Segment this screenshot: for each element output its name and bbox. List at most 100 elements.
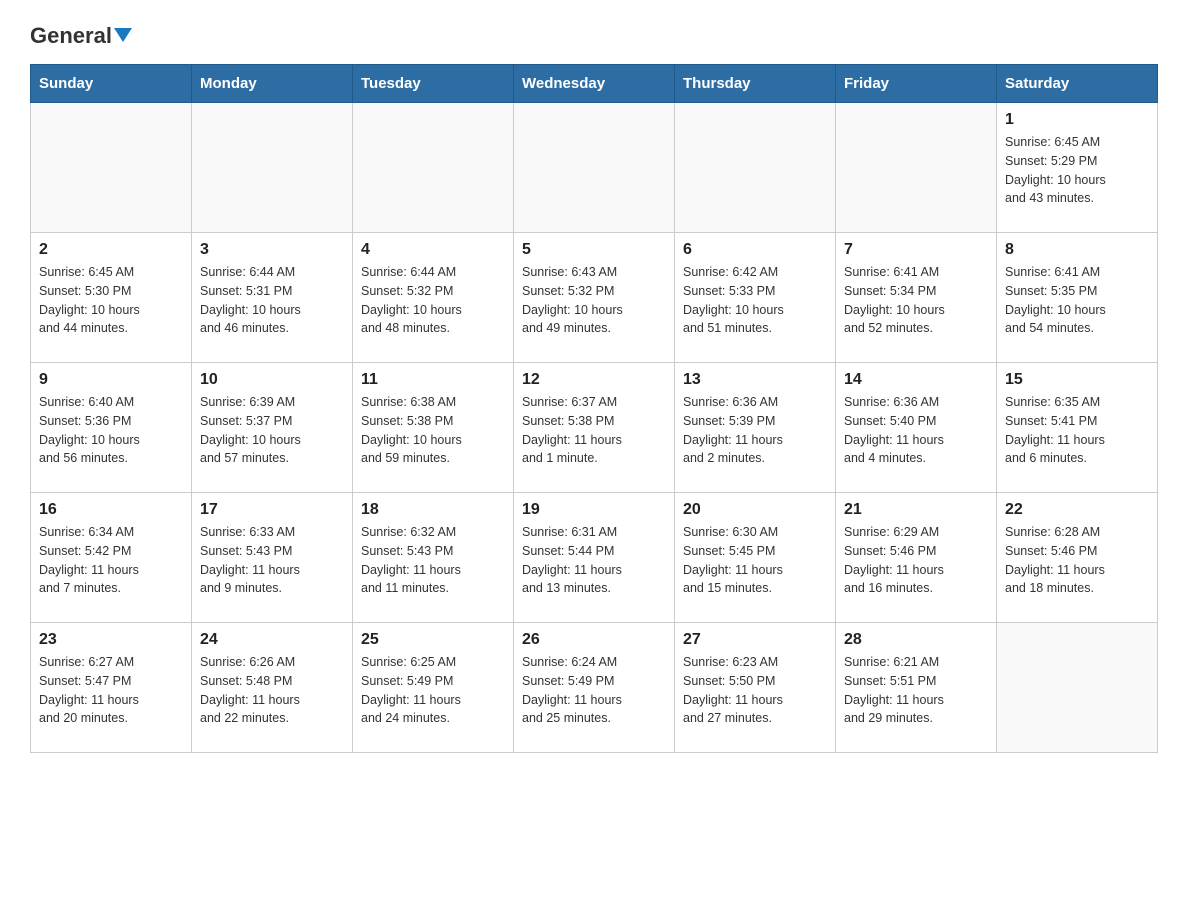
day-number: 3 xyxy=(200,241,344,259)
logo-general-text: General xyxy=(30,24,132,48)
day-number: 25 xyxy=(361,631,505,649)
week-row-3: 9 Sunrise: 6:40 AM Sunset: 5:36 PM Daylig… xyxy=(31,363,1158,493)
day-number: 28 xyxy=(844,631,988,649)
calendar-cell xyxy=(31,103,192,233)
calendar-cell: 2 Sunrise: 6:45 AM Sunset: 5:30 PM Daylig… xyxy=(31,233,192,363)
calendar-cell: 17 Sunrise: 6:33 AM Sunset: 5:43 PM Dayli… xyxy=(192,493,353,623)
day-info: Sunrise: 6:40 AM Sunset: 5:36 PM Dayligh… xyxy=(39,393,183,468)
calendar-cell: 3Sunrise: 6:44 AM Sunset: 5:31 PM Daylig… xyxy=(192,233,353,363)
day-number: 24 xyxy=(200,631,344,649)
day-info: Sunrise: 6:21 AM Sunset: 5:51 PM Dayligh… xyxy=(844,653,988,728)
week-row-1: 1 Sunrise: 6:45 AM Sunset: 5:29 PM Daylig… xyxy=(31,103,1158,233)
calendar-cell: 4 Sunrise: 6:44 AM Sunset: 5:32 PM Daylig… xyxy=(353,233,514,363)
day-info: Sunrise: 6:29 AM Sunset: 5:46 PM Dayligh… xyxy=(844,523,988,598)
day-info: Sunrise: 6:36 AM Sunset: 5:39 PM Dayligh… xyxy=(683,393,827,468)
day-info: Sunrise: 6:41 AM Sunset: 5:34 PM Dayligh… xyxy=(844,263,988,338)
day-info: Sunrise: 6:24 AM Sunset: 5:49 PM Dayligh… xyxy=(522,653,666,728)
day-info: Sunrise: 6:26 AM Sunset: 5:48 PM Dayligh… xyxy=(200,653,344,728)
weekday-header-friday: Friday xyxy=(836,65,997,103)
weekday-header-tuesday: Tuesday xyxy=(353,65,514,103)
day-info: Sunrise: 6:30 AM Sunset: 5:45 PM Dayligh… xyxy=(683,523,827,598)
calendar-cell: 20Sunrise: 6:30 AM Sunset: 5:45 PM Dayli… xyxy=(675,493,836,623)
weekday-header-saturday: Saturday xyxy=(997,65,1158,103)
day-info: Sunrise: 6:39 AM Sunset: 5:37 PM Dayligh… xyxy=(200,393,344,468)
week-row-2: 2 Sunrise: 6:45 AM Sunset: 5:30 PM Daylig… xyxy=(31,233,1158,363)
calendar-cell: 27 Sunrise: 6:23 AM Sunset: 5:50 PM Dayli… xyxy=(675,623,836,753)
day-info: Sunrise: 6:43 AM Sunset: 5:32 PM Dayligh… xyxy=(522,263,666,338)
calendar-cell: 18 Sunrise: 6:32 AM Sunset: 5:43 PM Dayli… xyxy=(353,493,514,623)
day-number: 27 xyxy=(683,631,827,649)
calendar-cell xyxy=(997,623,1158,753)
day-number: 14 xyxy=(844,371,988,389)
calendar-cell: 8Sunrise: 6:41 AM Sunset: 5:35 PM Daylig… xyxy=(997,233,1158,363)
week-row-5: 23 Sunrise: 6:27 AM Sunset: 5:47 PM Dayli… xyxy=(31,623,1158,753)
logo: General xyxy=(30,20,132,48)
day-number: 22 xyxy=(1005,501,1149,519)
calendar-cell xyxy=(514,103,675,233)
calendar-cell xyxy=(675,103,836,233)
day-info: Sunrise: 6:45 AM Sunset: 5:30 PM Dayligh… xyxy=(39,263,183,338)
weekday-header-sunday: Sunday xyxy=(31,65,192,103)
day-info: Sunrise: 6:36 AM Sunset: 5:40 PM Dayligh… xyxy=(844,393,988,468)
calendar-cell: 26 Sunrise: 6:24 AM Sunset: 5:49 PM Dayli… xyxy=(514,623,675,753)
page-header: General xyxy=(30,20,1158,48)
weekday-header-wednesday: Wednesday xyxy=(514,65,675,103)
day-info: Sunrise: 6:41 AM Sunset: 5:35 PM Dayligh… xyxy=(1005,263,1149,338)
calendar-cell: 9 Sunrise: 6:40 AM Sunset: 5:36 PM Daylig… xyxy=(31,363,192,493)
day-number: 6 xyxy=(683,241,827,259)
day-info: Sunrise: 6:42 AM Sunset: 5:33 PM Dayligh… xyxy=(683,263,827,338)
day-info: Sunrise: 6:31 AM Sunset: 5:44 PM Dayligh… xyxy=(522,523,666,598)
calendar-cell: 5 Sunrise: 6:43 AM Sunset: 5:32 PM Daylig… xyxy=(514,233,675,363)
day-info: Sunrise: 6:25 AM Sunset: 5:49 PM Dayligh… xyxy=(361,653,505,728)
calendar-cell: 19 Sunrise: 6:31 AM Sunset: 5:44 PM Dayli… xyxy=(514,493,675,623)
calendar-cell: 25 Sunrise: 6:25 AM Sunset: 5:49 PM Dayli… xyxy=(353,623,514,753)
day-info: Sunrise: 6:44 AM Sunset: 5:32 PM Dayligh… xyxy=(361,263,505,338)
calendar-cell: 12 Sunrise: 6:37 AM Sunset: 5:38 PM Dayli… xyxy=(514,363,675,493)
week-row-4: 16 Sunrise: 6:34 AM Sunset: 5:42 PM Dayli… xyxy=(31,493,1158,623)
day-number: 26 xyxy=(522,631,666,649)
calendar-cell: 21 Sunrise: 6:29 AM Sunset: 5:46 PM Dayli… xyxy=(836,493,997,623)
weekday-header-thursday: Thursday xyxy=(675,65,836,103)
weekday-header-row: SundayMondayTuesdayWednesdayThursdayFrid… xyxy=(31,65,1158,103)
calendar-cell: 28 Sunrise: 6:21 AM Sunset: 5:51 PM Dayli… xyxy=(836,623,997,753)
calendar-cell: 13 Sunrise: 6:36 AM Sunset: 5:39 PM Dayli… xyxy=(675,363,836,493)
day-info: Sunrise: 6:23 AM Sunset: 5:50 PM Dayligh… xyxy=(683,653,827,728)
calendar-cell: 22 Sunrise: 6:28 AM Sunset: 5:46 PM Dayli… xyxy=(997,493,1158,623)
day-info: Sunrise: 6:37 AM Sunset: 5:38 PM Dayligh… xyxy=(522,393,666,468)
day-info: Sunrise: 6:38 AM Sunset: 5:38 PM Dayligh… xyxy=(361,393,505,468)
day-number: 12 xyxy=(522,371,666,389)
day-info: Sunrise: 6:33 AM Sunset: 5:43 PM Dayligh… xyxy=(200,523,344,598)
day-number: 9 xyxy=(39,371,183,389)
day-info: Sunrise: 6:32 AM Sunset: 5:43 PM Dayligh… xyxy=(361,523,505,598)
calendar-cell: 1 Sunrise: 6:45 AM Sunset: 5:29 PM Daylig… xyxy=(997,103,1158,233)
calendar-cell xyxy=(192,103,353,233)
day-number: 2 xyxy=(39,241,183,259)
calendar-cell xyxy=(353,103,514,233)
day-info: Sunrise: 6:34 AM Sunset: 5:42 PM Dayligh… xyxy=(39,523,183,598)
calendar-cell: 7Sunrise: 6:41 AM Sunset: 5:34 PM Daylig… xyxy=(836,233,997,363)
day-number: 16 xyxy=(39,501,183,519)
day-info: Sunrise: 6:28 AM Sunset: 5:46 PM Dayligh… xyxy=(1005,523,1149,598)
day-number: 1 xyxy=(1005,111,1149,129)
day-info: Sunrise: 6:27 AM Sunset: 5:47 PM Dayligh… xyxy=(39,653,183,728)
day-number: 4 xyxy=(361,241,505,259)
day-info: Sunrise: 6:35 AM Sunset: 5:41 PM Dayligh… xyxy=(1005,393,1149,468)
day-number: 18 xyxy=(361,501,505,519)
calendar-cell: 15Sunrise: 6:35 AM Sunset: 5:41 PM Dayli… xyxy=(997,363,1158,493)
calendar-cell: 6 Sunrise: 6:42 AM Sunset: 5:33 PM Daylig… xyxy=(675,233,836,363)
weekday-header-monday: Monday xyxy=(192,65,353,103)
logo-triangle-icon xyxy=(114,28,132,42)
calendar-cell: 24 Sunrise: 6:26 AM Sunset: 5:48 PM Dayli… xyxy=(192,623,353,753)
calendar-cell: 11Sunrise: 6:38 AM Sunset: 5:38 PM Dayli… xyxy=(353,363,514,493)
calendar-cell: 23 Sunrise: 6:27 AM Sunset: 5:47 PM Dayli… xyxy=(31,623,192,753)
day-info: Sunrise: 6:45 AM Sunset: 5:29 PM Dayligh… xyxy=(1005,133,1149,208)
day-number: 21 xyxy=(844,501,988,519)
day-number: 23 xyxy=(39,631,183,649)
calendar-cell: 14 Sunrise: 6:36 AM Sunset: 5:40 PM Dayli… xyxy=(836,363,997,493)
day-number: 19 xyxy=(522,501,666,519)
day-number: 17 xyxy=(200,501,344,519)
day-number: 13 xyxy=(683,371,827,389)
calendar-table: SundayMondayTuesdayWednesdayThursdayFrid… xyxy=(30,64,1158,753)
day-number: 10 xyxy=(200,371,344,389)
day-number: 5 xyxy=(522,241,666,259)
